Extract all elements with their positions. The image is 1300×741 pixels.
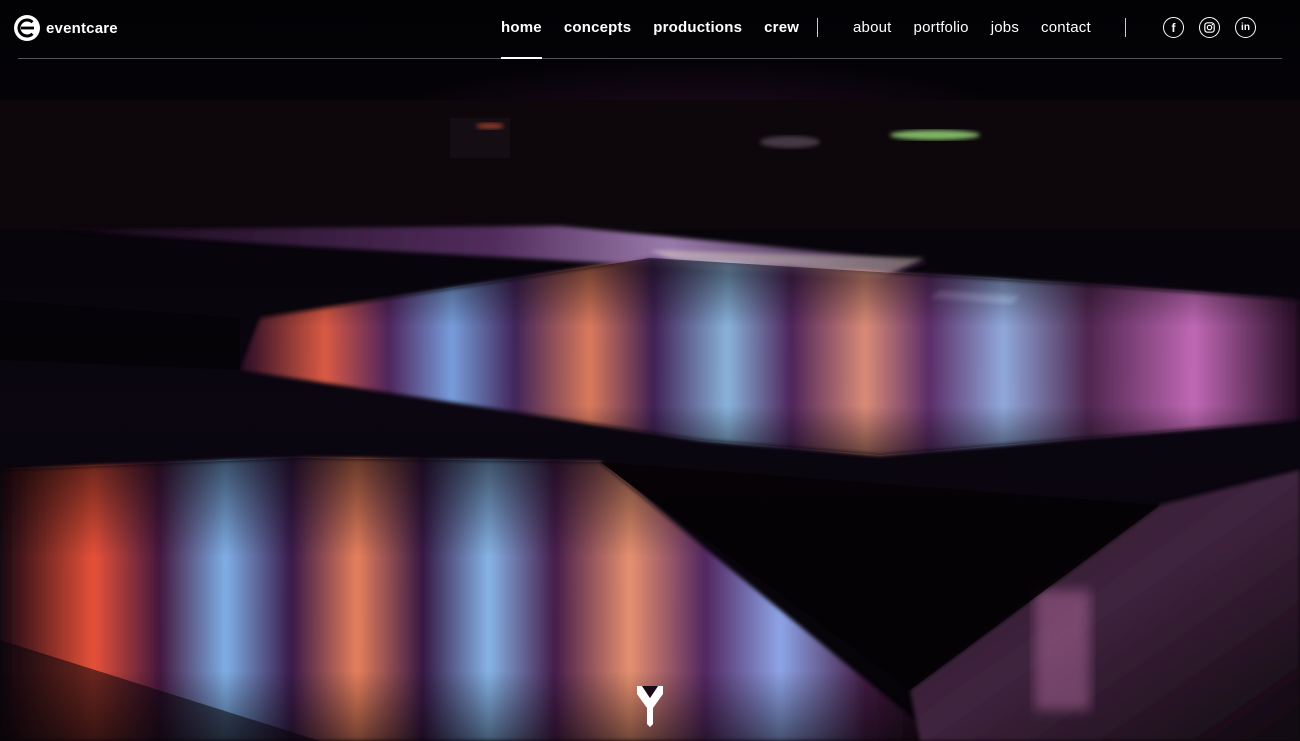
nav-item-jobs[interactable]: jobs (991, 19, 1019, 37)
scroll-down-button[interactable] (634, 684, 666, 728)
nav-divider (1125, 18, 1126, 37)
nav-divider (817, 18, 818, 37)
nav-item-crew[interactable]: crew (764, 19, 799, 37)
eventcare-logo-icon (14, 15, 40, 41)
nav-item-contact[interactable]: contact (1041, 19, 1091, 37)
secondary-nav: about portfolio jobs contact (853, 19, 1091, 37)
linkedin-link[interactable]: in (1235, 17, 1256, 38)
nav-item-home[interactable]: home (501, 19, 542, 59)
hero-video-background (0, 0, 1300, 741)
facebook-link[interactable]: f (1163, 17, 1184, 38)
brand-name: eventcare (46, 19, 118, 37)
home-logo-link[interactable]: eventcare (13, 13, 118, 43)
nav-item-portfolio[interactable]: portfolio (914, 19, 969, 37)
site-header: eventcare home concepts productions crew… (0, 0, 1300, 59)
social-links: f in (1163, 17, 1256, 38)
instagram-link[interactable] (1199, 17, 1220, 38)
nav-item-about[interactable]: about (853, 19, 892, 37)
primary-nav: home concepts productions crew (501, 19, 799, 59)
facebook-icon: f (1171, 20, 1176, 35)
nav-item-productions[interactable]: productions (653, 19, 742, 37)
instagram-icon (1204, 22, 1215, 33)
nav-item-concepts[interactable]: concepts (564, 19, 631, 37)
scroll-down-icon (637, 686, 663, 727)
linkedin-icon: in (1241, 21, 1250, 33)
hero-reflective-floor-image (0, 100, 1300, 741)
header-divider (18, 58, 1282, 59)
